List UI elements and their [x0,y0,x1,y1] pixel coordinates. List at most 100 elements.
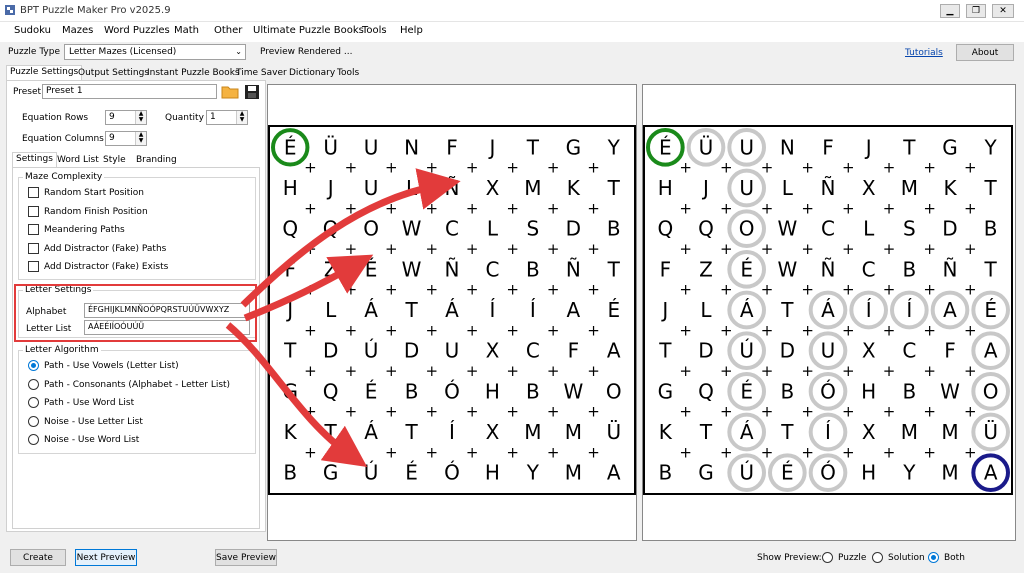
grid-plus-marker: + [385,240,398,258]
menu-ultimate-puzzle-books[interactable]: Ultimate Puzzle Books [253,25,364,36]
grid-plus-marker: + [304,403,317,421]
open-folder-icon[interactable] [221,84,239,100]
grid-plus-marker: + [547,443,560,461]
grid-cell-letter: L [406,176,418,200]
menu-word-puzzles[interactable]: Word Puzzles [104,25,170,36]
create-button[interactable]: Create [10,549,66,566]
grid-cell-letter: F [568,339,580,363]
spin-arrows-icon[interactable]: ▲ ▼ [135,111,146,124]
menu-mazes[interactable]: Mazes [62,25,93,36]
grid-cell-letter: D [404,339,419,363]
radio-dot[interactable] [28,397,39,408]
radio-dot[interactable] [822,552,833,563]
tab-tools[interactable]: Tools [333,66,363,81]
window-title: BPT Puzzle Maker Pro v2025.9 [20,5,171,16]
grid-cell-letter: G [658,379,674,403]
spin-arrows-icon[interactable]: ▲ ▼ [236,111,247,124]
algorithm-consonants-radio[interactable]: Path - Consonants (Alphabet - Letter Lis… [28,379,230,390]
grid-cell-letter: F [660,257,672,281]
menu-math[interactable]: Math [174,25,199,36]
grid-cell-letter: J [864,135,872,159]
puzzle-type-select[interactable]: Letter Mazes (Licensed) ⌄ [64,44,246,60]
grid-cell-letter: F [944,339,956,363]
tab-output-settings[interactable]: Output Settings [74,66,153,81]
subtab-settings[interactable]: Settings [12,152,57,167]
subtab-style[interactable]: Style [99,153,130,168]
radio-dot[interactable] [872,552,883,563]
meandering-paths-checkbox[interactable]: Meandering Paths [28,224,125,235]
grid-cell-letter: A [607,461,621,485]
tab-time-saver[interactable]: Time Saver [232,66,291,81]
grid-plus-marker: + [587,403,600,421]
random-finish-checkbox[interactable]: Random Finish Position [28,206,148,217]
tab-dictionary[interactable]: Dictionary [285,66,339,81]
noise-word-list-radio[interactable]: Noise - Use Word List [28,434,139,445]
solution-grid: + + + + + + + + + + + + + + + + + + + + + + + + + + + + + + + + + + + + + + + +… [643,125,1013,495]
radio-dot[interactable] [28,416,39,427]
noise-letter-list-radio[interactable]: Noise - Use Letter List [28,416,143,427]
checkbox-label: Random Finish Position [44,206,148,217]
checkbox-box[interactable] [28,243,39,254]
subtab-word-list[interactable]: Word List [53,153,103,168]
puzzle-preview-pane: + + + + + + + + + + + + + + + + + + + + + + + + + + + + + + + + + + + + + + + +… [267,84,637,541]
subtab-branding[interactable]: Branding [132,153,181,168]
next-preview-button[interactable]: Next Preview [75,549,137,566]
grid-plus-marker: + [506,362,519,380]
grid-plus-marker: + [547,199,560,217]
grid-cell-letter: W [777,257,797,281]
checkbox-box[interactable] [28,224,39,235]
about-button[interactable]: About [956,44,1014,61]
checkbox-box[interactable] [28,187,39,198]
grid-plus-marker: + [304,199,317,217]
tab-instant-puzzle-books[interactable]: Instant Puzzle Books [143,66,244,81]
quantity-stepper[interactable]: 1 ▲ ▼ [206,110,248,125]
save-preview-button[interactable]: Save Preview [215,549,277,566]
algorithm-word-list-radio[interactable]: Path - Use Word List [28,397,134,408]
distractor-exists-checkbox[interactable]: Add Distractor (Fake) Exists [28,261,168,272]
grid-plus-marker: + [842,159,855,177]
menu-help[interactable]: Help [400,25,423,36]
grid-plus-marker: + [883,281,896,299]
radio-dot[interactable] [28,434,39,445]
preset-field[interactable]: Preset 1 [42,84,217,99]
grid-cell-letter: D [942,217,957,241]
grid-plus-marker: + [842,362,855,380]
grid-plus-marker: + [547,159,560,177]
menu-tools[interactable]: Tools [362,25,387,36]
random-start-checkbox[interactable]: Random Start Position [28,187,144,198]
grid-cell-letter: S [903,217,916,241]
checkbox-box[interactable] [28,206,39,217]
equation-columns-stepper[interactable]: 9 ▲ ▼ [105,131,147,146]
radio-dot[interactable] [928,552,939,563]
distractor-paths-checkbox[interactable]: Add Distractor (Fake) Paths [28,243,166,254]
menu-other[interactable]: Other [214,25,242,36]
radio-dot[interactable] [28,379,39,390]
close-button[interactable]: ✕ [992,4,1014,18]
grid-plus-marker: + [506,240,519,258]
tutorials-link[interactable]: Tutorials [905,48,943,58]
preview-both-radio[interactable]: Both [928,552,965,563]
grid-cell-letter: Í [530,298,536,322]
equation-rows-stepper[interactable]: 9 ▲ ▼ [105,110,147,125]
grid-plus-marker: + [506,403,519,421]
minimize-button[interactable]: ▁ [940,4,960,18]
save-icon[interactable] [244,84,260,100]
letter-list-field[interactable]: AÁEÉIÍOÓUÚÜ [84,320,250,335]
grid-cell-letter: B [283,461,297,485]
menu-sudoku[interactable]: Sudoku [14,25,51,36]
restore-button[interactable]: ❐ [966,4,986,18]
alphabet-field[interactable]: ÉFGHIJKLMNÑOÓPQRSTUÚÜVWXYZ [84,303,250,318]
grid-cell-letter: K [567,176,581,200]
grid-cell-letter: M [565,420,582,444]
checkbox-box[interactable] [28,261,39,272]
grid-cell-letter: Z [699,257,713,281]
grid-cell-letter: T [283,339,297,363]
grid-plus-marker: + [304,240,317,258]
preview-solution-radio[interactable]: Solution [872,552,925,563]
algorithm-vowels-radio[interactable]: Path - Use Vowels (Letter List) [28,360,179,371]
preview-puzzle-radio[interactable]: Puzzle [822,552,866,563]
spin-arrows-icon[interactable]: ▲ ▼ [135,132,146,145]
radio-dot[interactable] [28,360,39,371]
tab-puzzle-settings[interactable]: Puzzle Settings [6,65,83,80]
grid-cell-letter: Q [323,217,339,241]
